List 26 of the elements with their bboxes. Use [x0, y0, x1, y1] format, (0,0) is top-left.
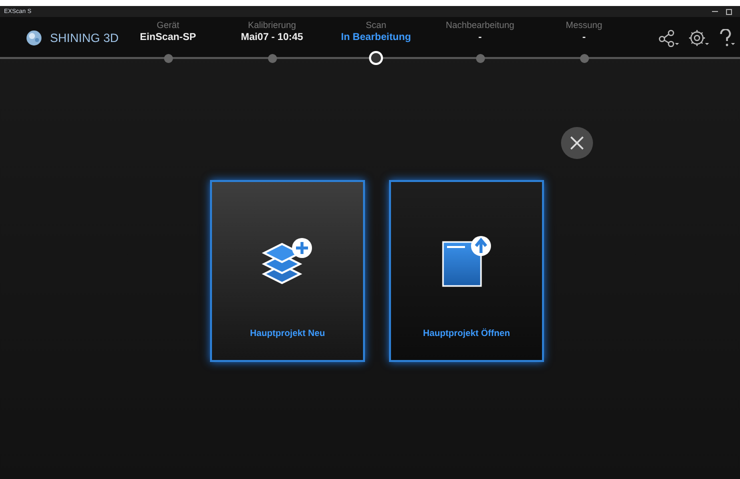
logo-text: SHINING 3D [50, 30, 119, 47]
close-icon [570, 136, 584, 150]
step-marker[interactable] [164, 54, 172, 63]
globe-logo-icon [26, 30, 42, 46]
new-project-button[interactable]: Hauptprojekt Neu [210, 180, 365, 362]
step-label: Gerät [156, 20, 180, 31]
step-label: Kalibrierung [248, 20, 296, 31]
settings-icon[interactable] [688, 29, 710, 47]
step-label: Nachbearbeitung [446, 20, 514, 31]
open-project-button[interactable]: Hauptprojekt Öffnen [389, 180, 544, 362]
step-value: - [582, 31, 586, 44]
step-label: Messung [566, 20, 602, 31]
step-value: EinScan-SP [140, 31, 196, 44]
restore-icon[interactable] [726, 8, 732, 14]
step-marker[interactable] [580, 54, 588, 63]
close-button[interactable] [561, 127, 593, 159]
step-marker[interactable] [268, 54, 276, 63]
share-icon[interactable] [658, 29, 680, 47]
step-value: In Bearbeitung [340, 31, 411, 44]
step-value: Mai07 - 10:45 [240, 31, 304, 44]
step-label: Scan [366, 20, 386, 31]
step-value: - [478, 31, 482, 44]
step-marker[interactable] [369, 51, 383, 65]
step-marker[interactable] [476, 54, 484, 63]
help-icon[interactable] [718, 29, 736, 47]
minimize-icon[interactable] [712, 10, 718, 12]
